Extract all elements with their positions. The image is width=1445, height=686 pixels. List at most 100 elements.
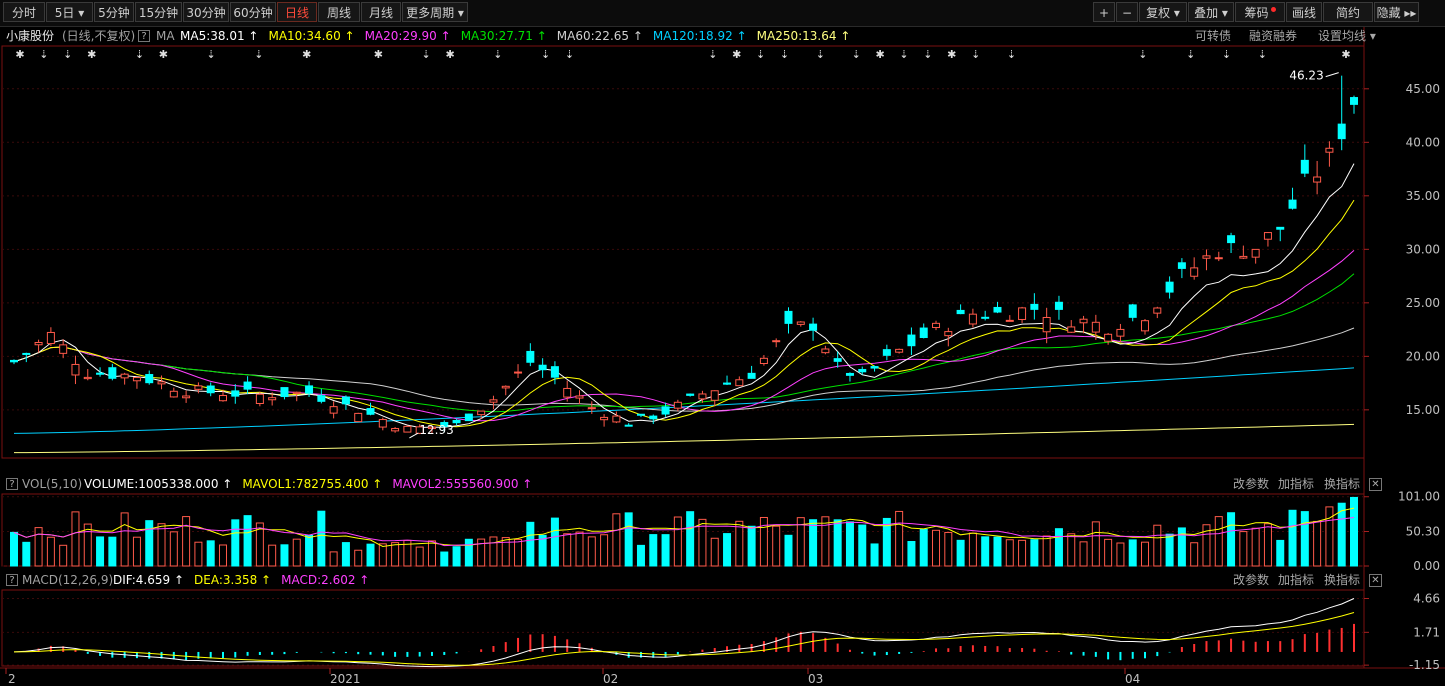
ma-settings-link[interactable]: 设置均线 ▾ <box>1318 27 1376 45</box>
volume-info-bar: ? VOL(5,10) VOLUME:1005338.000 ↑ MAVOL1:7… <box>0 475 1445 493</box>
macd-value-2: MACD:2.602 ↑ <box>281 573 370 587</box>
volume-bar <box>907 540 916 567</box>
volume-bar <box>944 531 953 567</box>
candle-body <box>1030 303 1039 310</box>
convertible-bond-link[interactable]: 可转债 <box>1195 27 1231 45</box>
candle-body <box>538 364 547 371</box>
volume-bar <box>391 542 400 567</box>
volume-bar <box>182 516 191 567</box>
vol-switch-indicator-link[interactable]: 换指标 <box>1324 475 1360 493</box>
ma-line-ma250 <box>14 423 1355 454</box>
macd-close-icon[interactable]: ✕ <box>1369 574 1382 587</box>
draw-line-button[interactable]: 画线 <box>1286 2 1322 22</box>
vol-change-params-link[interactable]: 改参数 <box>1233 475 1269 493</box>
candle-body <box>550 366 559 378</box>
vol-close-icon[interactable]: ✕ <box>1369 478 1382 491</box>
macd-help-icon[interactable]: ? <box>6 574 18 586</box>
candle-body <box>882 349 891 356</box>
volume-bar <box>243 515 252 567</box>
candle-body <box>194 385 203 390</box>
candle-body <box>747 372 756 379</box>
price-panel-frame <box>1 45 1365 459</box>
volume-bar <box>1214 516 1223 567</box>
high-annotation: 46.23 <box>1289 69 1323 83</box>
candle-body <box>1177 262 1186 269</box>
help-icon[interactable]: ? <box>138 30 150 42</box>
volume-bar <box>538 534 547 567</box>
volume-bar <box>132 536 141 567</box>
candle-body <box>686 393 695 396</box>
volume-bar <box>231 519 240 567</box>
ma-value-2: MA20:29.90 ↑ <box>364 29 451 43</box>
period-tab-3[interactable]: 15分钟 <box>135 2 182 22</box>
candle-body <box>575 395 584 399</box>
macd-change-params-link[interactable]: 改参数 <box>1233 571 1269 589</box>
overlay-dropdown[interactable]: 叠加 ▾ <box>1188 2 1234 22</box>
event-marker-icon: ⇣ <box>422 48 431 61</box>
period-tab-9[interactable]: 更多周期 ▾ <box>402 2 468 22</box>
candle-body <box>526 350 535 363</box>
volume-bar <box>1227 512 1236 567</box>
notification-dot-icon <box>1270 7 1276 12</box>
volume-bar <box>169 531 178 567</box>
macd-switch-indicator-link[interactable]: 换指标 <box>1324 571 1360 589</box>
event-marker-icon: ⇣ <box>1258 48 1267 61</box>
volume-bar <box>895 510 904 567</box>
candle-body <box>452 419 461 424</box>
period-tab-8[interactable]: 月线 <box>361 2 401 22</box>
candle-body <box>34 342 43 346</box>
period-tab-7[interactable]: 周线 <box>318 2 360 22</box>
volume-bar <box>809 519 818 567</box>
volume-bar <box>96 536 105 567</box>
period-tab-4[interactable]: 30分钟 <box>183 2 229 22</box>
candle-body <box>305 385 314 394</box>
zoom-in-button[interactable]: + <box>1093 2 1115 22</box>
candle-body <box>292 391 301 394</box>
period-tab-0[interactable]: 分时 <box>3 2 45 22</box>
volume-bar <box>1128 539 1137 567</box>
volume-bar <box>845 521 854 567</box>
simple-mode-button[interactable]: 简约 <box>1323 2 1373 22</box>
candle-body <box>772 340 781 343</box>
ma-value-4: MA60:22.65 ↑ <box>556 29 643 43</box>
candle-body <box>1350 97 1358 105</box>
price-tick-label: 20.00 <box>1406 349 1440 363</box>
zoom-out-button[interactable]: − <box>1116 2 1138 22</box>
fuquan-dropdown[interactable]: 复权 ▾ <box>1139 2 1187 22</box>
event-marker-icon: ⇣ <box>756 48 765 61</box>
candle-body <box>378 419 387 428</box>
period-tab-2[interactable]: 5分钟 <box>94 2 134 22</box>
macd-add-indicator-link[interactable]: 加指标 <box>1278 571 1314 589</box>
volume-bar <box>71 511 80 567</box>
candle-body <box>833 358 842 362</box>
vol-add-indicator-link[interactable]: 加指标 <box>1278 475 1314 493</box>
event-marker-icon: ⇣ <box>923 48 932 61</box>
volume-bar <box>661 534 670 567</box>
volume-bar <box>723 533 732 567</box>
volume-bar <box>206 540 215 567</box>
candle-body <box>1239 255 1248 259</box>
high-arrow <box>1325 72 1339 78</box>
candle-body <box>858 368 867 373</box>
candle-body <box>71 363 80 376</box>
candle-body <box>145 374 154 384</box>
volume-bar <box>489 536 498 567</box>
margin-trading-link[interactable]: 融资融券 <box>1249 27 1297 45</box>
event-marker-icon: ⇣ <box>254 48 263 61</box>
candle-body <box>231 390 240 397</box>
chips-button[interactable]: 筹码 <box>1235 2 1285 22</box>
volume-bar <box>981 536 990 567</box>
event-marker-icon: ✱ <box>159 48 168 61</box>
candle-body <box>243 381 252 390</box>
volume-bar <box>427 540 436 567</box>
period-tab-1[interactable]: 5日 ▾ <box>46 2 93 22</box>
vol-help-icon[interactable]: ? <box>6 478 18 490</box>
candle-body <box>268 397 277 401</box>
period-toolbar: 分时 5日 ▾ 5分钟 15分钟 30分钟 60分钟 日线 周线 月线 更多周期 ▾ + − 复权… <box>0 0 1445 27</box>
period-tab-6[interactable]: 日线 <box>277 2 317 22</box>
hide-panel-button[interactable]: 隐藏 ▸▸ <box>1374 2 1419 22</box>
volume-bar <box>317 510 326 567</box>
period-tab-5[interactable]: 60分钟 <box>230 2 276 22</box>
candle-body <box>1141 320 1150 332</box>
event-marker-icon: ✱ <box>875 48 884 61</box>
